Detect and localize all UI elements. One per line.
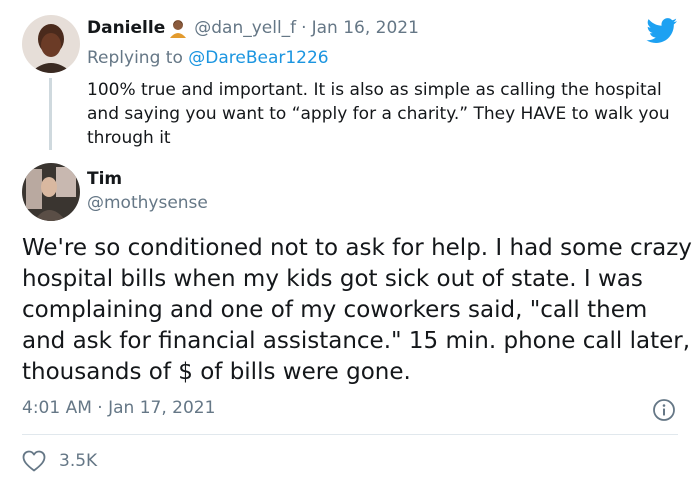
replying-prefix: Replying to: [87, 48, 183, 68]
like-count: 3.5K: [59, 451, 98, 471]
action-divider: [22, 434, 678, 435]
main-display-name[interactable]: Tim: [87, 169, 122, 189]
replying-to-mention[interactable]: @DareBear1226: [188, 48, 328, 68]
parent-tweet-text: 100% true and important. It is also as s…: [87, 80, 670, 148]
twitter-bird-icon[interactable]: [646, 18, 678, 44]
parent-display-name[interactable]: Danielle: [87, 18, 165, 38]
replying-to-line: Replying to @DareBear1226: [87, 48, 329, 68]
heart-icon[interactable]: [22, 450, 46, 472]
parent-date[interactable]: Jan 16, 2021: [312, 18, 419, 38]
like-action[interactable]: 3.5K: [22, 450, 97, 472]
main-timestamp[interactable]: 4:01 AM · Jan 17, 2021: [22, 398, 215, 418]
main-handle[interactable]: @mothysense: [87, 193, 208, 213]
parent-author-avatar[interactable]: [22, 15, 80, 73]
main-tweet-text: We're so conditioned not to ask for help…: [22, 235, 692, 385]
parent-handle[interactable]: @dan_yell_f: [194, 18, 296, 38]
main-author-avatar[interactable]: [22, 163, 80, 221]
info-icon[interactable]: [652, 398, 676, 422]
thread-connector-line: [49, 78, 52, 150]
woman-emoji-icon: [168, 18, 188, 38]
parent-author-row: Danielle @dan_yell_f · Jan 16, 2021: [87, 18, 419, 38]
parent-date-separator: ·: [301, 18, 307, 38]
